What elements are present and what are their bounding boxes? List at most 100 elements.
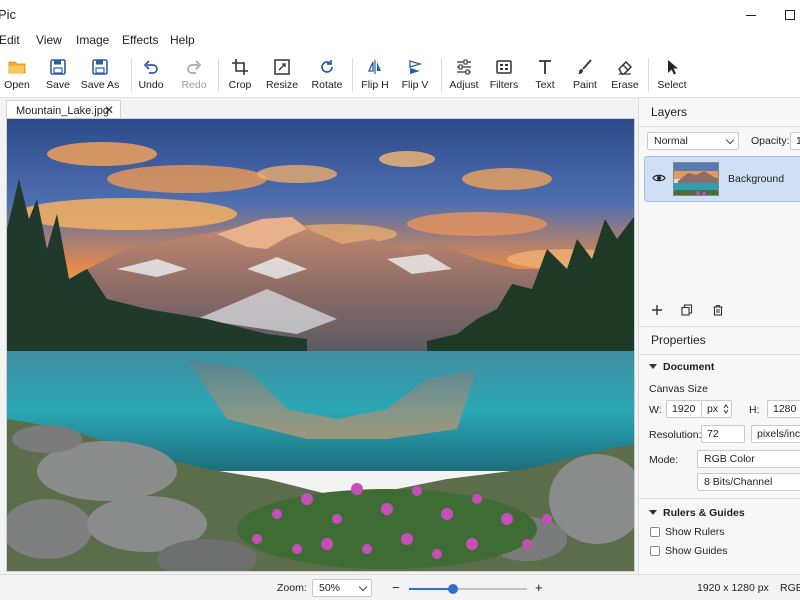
minimize-icon [746, 14, 756, 16]
toolbar-separator [352, 58, 353, 92]
landscape-image [7, 119, 634, 571]
layer-thumbnail-image [674, 163, 718, 195]
stepper-arrows-icon[interactable] [723, 403, 729, 415]
save-as-label: Save As [80, 79, 120, 91]
document-area: Mountain_Lake.jpg ✕ [0, 98, 638, 574]
window-title: Pic [0, 7, 17, 22]
add-layer-icon[interactable] [651, 304, 663, 316]
title-bar: Pic [0, 0, 800, 30]
width-unit: px [707, 403, 719, 415]
width-input[interactable]: 1920 [666, 400, 702, 418]
resize-label: Resize [265, 79, 299, 91]
opacity-input[interactable]: 1 [790, 132, 800, 150]
flip-v-button[interactable]: Flip V [400, 50, 430, 98]
menu-edit[interactable]: Edit [0, 33, 20, 47]
collapse-triangle-icon[interactable] [649, 510, 657, 515]
resize-icon [274, 59, 290, 75]
height-value: 1280 [773, 403, 797, 415]
maximize-button[interactable] [770, 0, 800, 30]
adjust-button[interactable]: Adjust [448, 50, 480, 98]
width-unit-stepper[interactable]: px [701, 400, 732, 418]
minimize-button[interactable] [731, 0, 771, 30]
toolbar-separator [218, 58, 219, 92]
sliders-icon [457, 59, 471, 75]
zoom-select[interactable]: 50% [312, 579, 372, 597]
zoom-slider-fill [409, 588, 453, 590]
filters-label: Filters [489, 79, 519, 91]
resolution-label: Resolution: [649, 429, 702, 441]
save-as-button[interactable]: Save As [80, 50, 120, 98]
opacity-value: 1 [796, 135, 800, 147]
layers-heading: Layers [651, 105, 688, 119]
layer-row-background[interactable]: Background [644, 156, 800, 202]
toolbar-separator [131, 58, 132, 92]
brush-icon [578, 59, 592, 74]
paint-button[interactable]: Paint [570, 50, 600, 98]
image-canvas[interactable] [6, 118, 635, 572]
blend-mode-value: Normal [654, 135, 688, 147]
layer-name: Background [728, 173, 785, 185]
toolbar: Open Save Save As Undo Redo Crop Resize … [0, 50, 800, 98]
open-button[interactable]: Open [2, 50, 32, 98]
eye-icon[interactable] [652, 173, 666, 183]
select-button[interactable]: Select [656, 50, 688, 98]
zoom-slider-handle[interactable] [448, 584, 458, 594]
text-button[interactable]: Text [530, 50, 560, 98]
filters-button[interactable]: Filters [488, 50, 520, 98]
mode-label: Mode: [649, 454, 679, 466]
toolbar-separator [441, 58, 442, 92]
save-button[interactable]: Save [43, 50, 73, 98]
menu-effects[interactable]: Effects [122, 33, 158, 47]
menu-bar: Edit View Image Effects Help [0, 30, 800, 50]
menu-help[interactable]: Help [170, 33, 195, 47]
menu-image[interactable]: Image [76, 33, 109, 47]
rotate-label: Rotate [311, 79, 343, 91]
show-guides-label: Show Guides [665, 545, 728, 557]
resolution-input[interactable]: 72 [701, 425, 745, 443]
zoom-out-button[interactable]: − [392, 580, 400, 595]
image-dimensions: 1920 x 1280 px [697, 582, 769, 594]
folder-icon [8, 61, 26, 74]
menu-view[interactable]: View [36, 33, 62, 47]
document-tab[interactable]: Mountain_Lake.jpg ✕ [6, 100, 121, 120]
show-guides-checkbox[interactable] [650, 546, 660, 556]
height-input[interactable]: 1280 [767, 400, 800, 418]
status-bar: Zoom: 50% − + 1920 x 1280 px RGB, [0, 574, 800, 600]
delete-layer-icon[interactable] [712, 304, 724, 316]
color-mode-value: RGB Color [704, 453, 755, 465]
collapse-triangle-icon[interactable] [649, 364, 657, 369]
right-panel: Layers Normal Opacity: 1 Background Prop… [638, 98, 800, 574]
flip-h-button[interactable]: Flip H [360, 50, 390, 98]
cursor-arrow-icon [668, 60, 678, 75]
crop-button[interactable]: Crop [225, 50, 255, 98]
zoom-label: Zoom: [277, 582, 307, 594]
width-label: W: [649, 404, 662, 416]
adjust-label: Adjust [449, 79, 479, 91]
close-tab-icon[interactable]: ✕ [104, 103, 114, 117]
save-label: Save [46, 79, 70, 91]
redo-button[interactable]: Redo [179, 50, 209, 98]
select-label: Select [657, 79, 687, 91]
resize-button[interactable]: Resize [266, 50, 298, 98]
undo-label: Undo [138, 79, 164, 91]
save-as-icon [92, 59, 108, 75]
flip-horizontal-icon [367, 60, 381, 74]
redo-label: Redo [181, 79, 207, 91]
resolution-unit: pixels/inch [757, 428, 800, 440]
undo-button[interactable]: Undo [136, 50, 166, 98]
resolution-unit-select[interactable]: pixels/inch [751, 425, 800, 443]
bit-depth-select[interactable]: 8 Bits/Channel [697, 473, 800, 491]
document-section-title: Document [663, 361, 715, 373]
duplicate-layer-icon[interactable] [681, 304, 693, 316]
opacity-label: Opacity: [751, 135, 790, 147]
color-mode-select[interactable]: RGB Color [697, 450, 800, 468]
undo-icon [143, 60, 158, 74]
show-rulers-checkbox[interactable] [650, 527, 660, 537]
rotate-button[interactable]: Rotate [311, 50, 343, 98]
erase-button[interactable]: Erase [610, 50, 640, 98]
text-label: Text [535, 79, 555, 91]
filters-icon [496, 60, 512, 74]
divider [639, 354, 800, 355]
zoom-in-button[interactable]: + [535, 580, 543, 595]
blend-mode-select[interactable]: Normal [647, 132, 739, 150]
